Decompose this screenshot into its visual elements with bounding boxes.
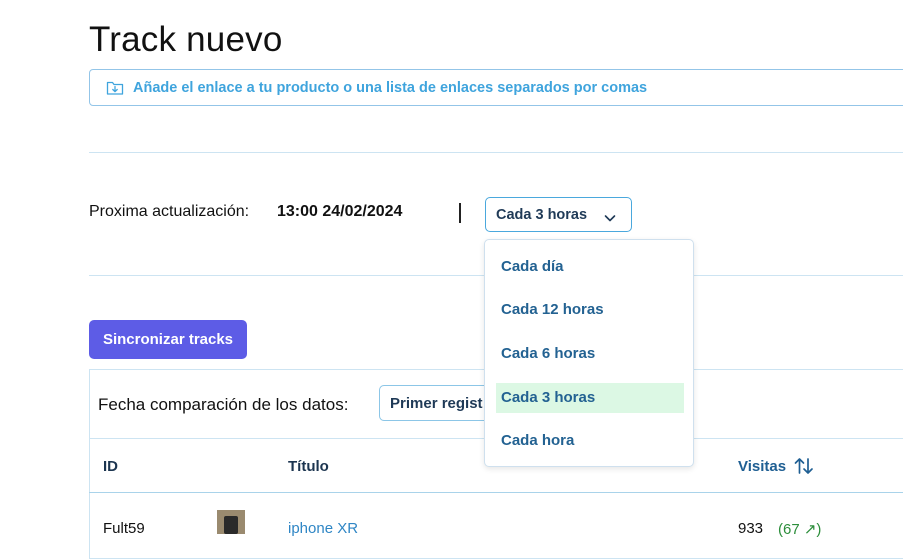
column-header-id[interactable]: ID (103, 458, 118, 475)
page-title: Track nuevo (89, 20, 283, 59)
column-header-title[interactable]: Título (288, 458, 329, 475)
sync-tracks-button[interactable]: Sincronizar tracks (89, 320, 247, 359)
frequency-select[interactable]: Cada 3 horas (485, 197, 632, 232)
next-update-value: 13:00 24/02/2024 (277, 203, 403, 220)
option-cada-hora[interactable]: Cada hora (496, 426, 684, 456)
download-folder-icon (106, 80, 124, 96)
row-visits-delta: (67 ↗) (778, 521, 822, 538)
product-link-placeholder: Añade el enlace a tu producto o una list… (133, 80, 648, 96)
frequency-dropdown-menu: Cada día Cada 12 horas Cada 6 horas Cada… (484, 239, 694, 467)
product-link-input[interactable]: Añade el enlace a tu producto o una list… (89, 69, 903, 106)
option-cada-dia[interactable]: Cada día (496, 252, 684, 282)
option-cada-6-horas[interactable]: Cada 6 horas (496, 339, 684, 369)
sort-icon[interactable] (794, 457, 814, 475)
comparison-date-label: Fecha comparación de los datos: (98, 395, 349, 414)
table-header-divider (89, 492, 903, 493)
frequency-select-value: Cada 3 horas (496, 207, 588, 223)
separator (459, 203, 461, 223)
option-cada-3-horas[interactable]: Cada 3 horas (496, 383, 684, 413)
next-update-label: Proxima actualización: (89, 203, 250, 220)
chevron-down-icon (604, 210, 616, 222)
comparison-date-value: Primer regist (390, 395, 483, 412)
divider (89, 152, 903, 153)
column-header-visits[interactable]: Visitas (738, 458, 786, 475)
option-cada-12-horas[interactable]: Cada 12 horas (496, 295, 684, 325)
product-thumbnail (217, 510, 245, 534)
